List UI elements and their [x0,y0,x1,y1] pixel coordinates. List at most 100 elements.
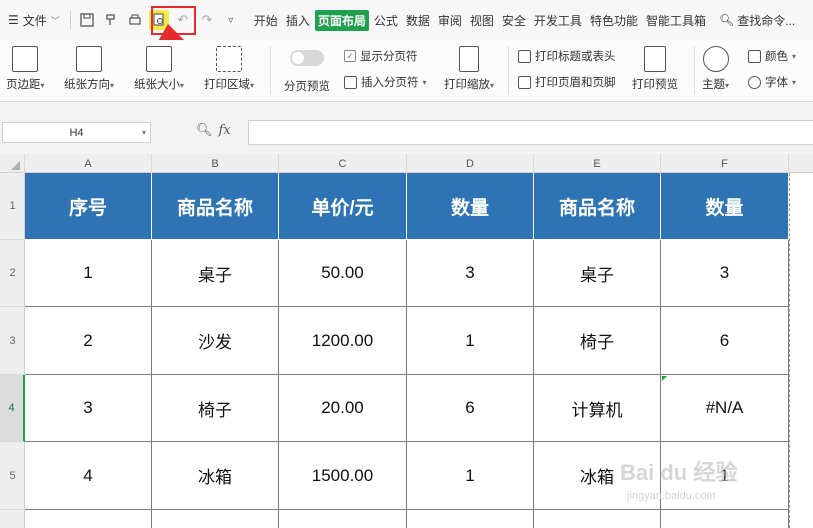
print-titles-button[interactable]: 打印标题或表头 [518,48,616,64]
paper-size-icon [146,46,172,72]
table-cell[interactable] [534,510,661,528]
header-cell[interactable]: 商品名称 [534,173,661,240]
table-cell[interactable]: 6 [661,307,789,375]
tab-special-features[interactable]: 特色功能 [587,10,641,31]
table-cell[interactable]: 1 [407,307,534,375]
column-header-f[interactable]: F [661,154,789,173]
tab-page-layout[interactable]: 页面布局 [314,9,369,31]
colors-button[interactable]: 颜色 ▾ [748,48,796,64]
orientation-icon [76,46,102,72]
column-header-e[interactable]: E [534,154,661,173]
page-break-preview-button[interactable]: 分页预览 [284,50,330,94]
table-cell[interactable]: 1 [25,240,152,307]
page-break-toggle[interactable] [290,50,324,66]
theme-label: 主题 [702,79,725,91]
print-icon[interactable] [125,10,145,30]
table-cell[interactable]: 1500.00 [279,442,407,510]
show-page-breaks-checkbox[interactable]: ✓ 显示分页符 [344,48,418,64]
table-cell[interactable]: 桌子 [152,240,279,307]
table-cell[interactable]: 椅子 [152,375,279,442]
column-header-d[interactable]: D [407,154,534,173]
table-cell[interactable] [661,510,789,528]
tab-home[interactable]: 开始 [251,10,281,31]
print-scaling-icon [459,46,479,72]
print-area-button[interactable]: 打印区域▾ [204,46,254,92]
theme-button[interactable]: 主题▾ [702,46,729,92]
select-all-corner[interactable] [0,154,25,173]
table-cell[interactable]: 20.00 [279,375,407,442]
row-header-5[interactable]: 5 [0,442,25,510]
row-header-2[interactable]: 2 [0,240,25,307]
insert-page-break-button[interactable]: 插入分页符 ▾ [344,74,427,90]
tab-data[interactable]: 数据 [403,10,433,31]
table-cell[interactable]: 3 [25,375,152,442]
search-icon: 🔍︎ [718,13,735,27]
customize-toolbar-icon[interactable]: ▿ [221,10,241,30]
tab-view[interactable]: 视图 [467,10,497,31]
table-cell[interactable] [279,510,407,528]
header-cell[interactable]: 单价/元 [279,173,407,240]
table-cell[interactable]: 1 [661,442,789,510]
orientation-button[interactable]: 纸张方向▾ [64,46,114,92]
print-area-icon [216,46,242,72]
table-cell[interactable]: 1 [407,442,534,510]
table-cell[interactable]: 3 [661,240,789,307]
header-cell[interactable]: 数量 [407,173,534,240]
zoom-icon[interactable]: 🔍︎ [196,122,213,138]
row-header-3[interactable]: 3 [0,307,25,375]
print-preview-icon[interactable] [148,10,169,30]
cell-value: #N/A [705,398,744,417]
tab-smart-toolbox[interactable]: 智能工具箱 [643,10,709,31]
header-cell[interactable]: 数量 [661,173,789,240]
tab-formulas[interactable]: 公式 [371,10,401,31]
page-break-preview-label: 分页预览 [284,81,330,93]
table-cell[interactable]: 沙发 [152,307,279,375]
header-footer-button[interactable]: 打印页眉和页脚 [518,74,616,90]
formula-input[interactable] [248,120,813,145]
paper-size-button[interactable]: 纸张大小▾ [134,46,184,92]
formula-bar: H4 ▾ 🔍︎ fx [0,102,813,154]
table-cell[interactable] [25,510,152,528]
tab-insert[interactable]: 插入 [283,10,313,31]
colors-label: 颜色 [765,51,788,63]
tab-developer[interactable]: 开发工具 [531,10,585,31]
column-header-b[interactable]: B [152,154,279,173]
table-cell[interactable]: 6 [407,375,534,442]
column-header-a[interactable]: A [25,154,152,173]
row-header-1[interactable]: 1 [0,173,25,240]
table-cell[interactable]: 3 [407,240,534,307]
tab-review[interactable]: 审阅 [435,10,465,31]
table-cell[interactable]: 1200.00 [279,307,407,375]
redo-icon[interactable]: ↷ [197,10,217,30]
table-cell[interactable]: 2 [25,307,152,375]
table-cell[interactable]: 桌子 [534,240,661,307]
table-cell[interactable]: 冰箱 [152,442,279,510]
format-painter-icon[interactable] [101,10,121,30]
undo-icon[interactable]: ↶ [173,10,193,30]
name-box[interactable]: H4 ▾ [2,122,151,143]
table-cell[interactable]: 计算机 [534,375,661,442]
search-command[interactable]: 🔍︎ 查找命令... [719,12,795,29]
table-cell[interactable] [152,510,279,528]
table-cell[interactable]: 椅子 [534,307,661,375]
row-header-4[interactable]: 4 [0,375,25,442]
table-cell[interactable]: 冰箱 [534,442,661,510]
margins-button[interactable]: 页边距▾ [6,46,45,92]
header-cell[interactable]: 商品名称 [152,173,279,240]
table-cell-error[interactable]: #N/A [661,375,789,442]
header-cell[interactable]: 序号 [25,173,152,240]
fonts-button[interactable]: 字体 ▾ [748,74,796,90]
column-header-c[interactable]: C [279,154,407,173]
insert-page-break-label: 插入分页符 [361,77,419,89]
fx-icon[interactable]: fx [219,123,231,138]
table-cell[interactable]: 50.00 [279,240,407,307]
table-cell[interactable] [407,510,534,528]
file-menu[interactable]: ☰ 文件 ﹀ [0,8,66,32]
fonts-icon [748,75,761,89]
insert-page-break-icon [344,75,357,89]
save-icon[interactable] [77,10,97,30]
tab-security[interactable]: 安全 [499,10,529,31]
print-preview-button[interactable]: 打印预览 [632,46,678,92]
print-scaling-button[interactable]: 打印缩放▾ [444,46,494,92]
table-cell[interactable]: 4 [25,442,152,510]
